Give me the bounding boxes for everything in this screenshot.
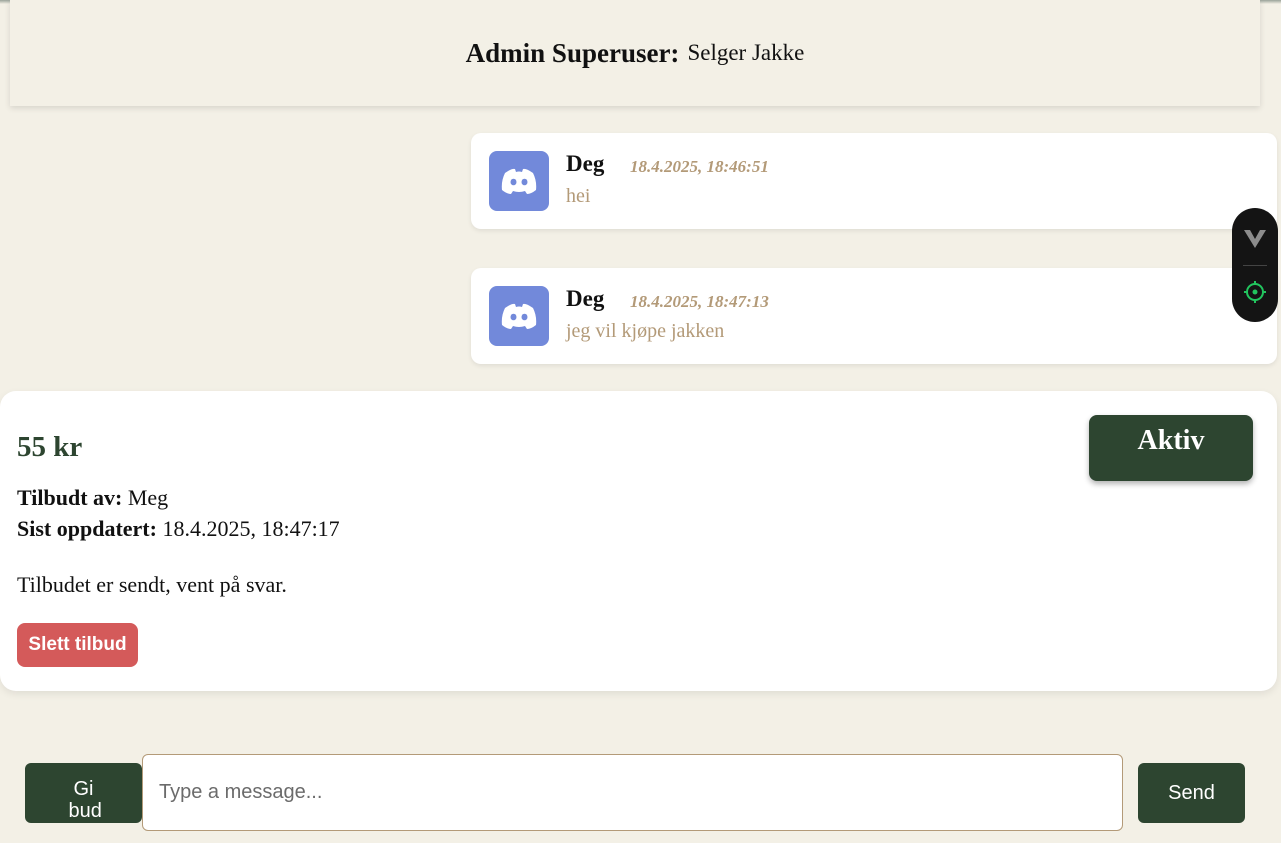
chat-header: Admin Superuser: Selger Jakke [10,0,1260,106]
message-card: Deg 18.4.2025, 18:46:51 hei [471,133,1277,229]
offer-card: 55 kr Tilbudt av: Meg Sist oppdatert: 18… [0,391,1277,691]
offer-status-badge: Aktiv [1089,415,1253,481]
send-button[interactable]: Send [1138,763,1245,823]
message-input[interactable] [142,754,1123,831]
message-card: Deg 18.4.2025, 18:47:13 jeg vil kjøpe ja… [471,268,1277,364]
offer-status-note: Tilbudet er sendt, vent på svar. [17,572,287,597]
updated-value: 18.4.2025, 18:47:17 [162,516,340,541]
delete-offer-button[interactable]: Slett tilbud [17,623,138,667]
discord-logo-icon [489,286,549,346]
message-timestamp: 18.4.2025, 18:47:13 [630,292,769,311]
message-text: hei [566,185,591,207]
bid-label-line2: bud [68,800,102,822]
widget-divider [1243,265,1267,266]
message-author: Deg [566,286,605,311]
place-bid-button[interactable]: Gi bud [25,763,142,823]
offered-by-value: Meg [127,485,169,510]
updated-label: Sist oppdatert: [17,516,157,541]
bid-label-line1: Gi [73,778,94,800]
offered-by-label: Tilbudt av: [17,485,123,510]
discord-logo-icon [489,151,549,211]
header-chat-name: Selger Jakke [687,40,805,65]
v-logo-icon[interactable] [1243,228,1267,250]
floating-extension-widget [1232,208,1278,322]
message-text: jeg vil kjøpe jakken [566,320,725,342]
offer-updated: Sist oppdatert: 18.4.2025, 18:47:17 [17,516,340,542]
crosshair-icon[interactable] [1243,280,1267,304]
header-role: Admin Superuser: [465,37,680,68]
offer-price: 55 kr [17,431,83,463]
offer-offered-by: Tilbudt av: Meg [17,485,168,511]
message-timestamp: 18.4.2025, 18:46:51 [630,157,769,176]
message-author: Deg [566,151,605,176]
